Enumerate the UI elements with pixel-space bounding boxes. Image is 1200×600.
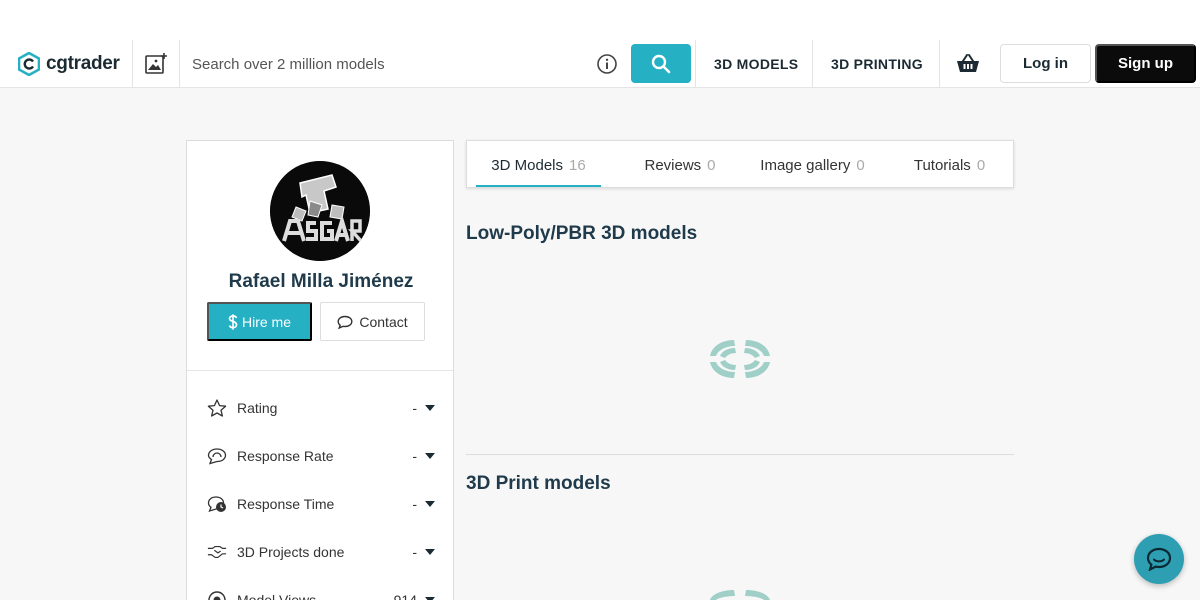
logo-text: cgtrader [46,53,120,74]
nav-3d-printing[interactable]: 3D PRINTING [831,40,923,88]
card-divider [187,370,453,371]
stat-label: Model Views [237,592,317,600]
search-button[interactable] [631,44,691,83]
stat-value: - [412,544,417,560]
caret-down-icon [425,549,435,555]
stat-label: Rating [237,400,278,416]
eye-icon [207,590,227,600]
dollar-icon [228,313,238,330]
hire-me-label: Hire me [241,313,291,330]
tab-label: Image gallery [760,157,851,174]
search-input[interactable] [180,44,580,84]
signup-button[interactable]: Sign up [1095,44,1196,83]
section-title-low-poly: Low-Poly/PBR 3D models [466,223,698,244]
profile-name: Rafael Milla Jiménez [228,271,414,292]
stat-response-rate[interactable]: Response Rate - [207,444,435,468]
header-divider [812,40,813,88]
tab-reviews[interactable]: Reviews 0 [625,141,735,187]
info-icon [597,54,617,74]
search-icon [651,54,671,73]
avatar-logo-image [270,161,370,261]
chat-bubble-icon [207,446,227,466]
stat-value: 914 [393,592,417,600]
tab-count: 0 [707,157,716,174]
profile-tabs: 3D Models 16 Reviews 0 Image gallery 0 Tuto… [466,140,1014,188]
tab-3d-models[interactable]: 3D Models 16 [476,141,601,187]
header-divider [695,40,696,88]
loading-spinner-icon [710,340,770,378]
stat-label: 3D Projects done [237,544,345,560]
login-button[interactable]: Log in [1000,44,1091,83]
handshake-icon [207,542,227,562]
stat-3d-projects[interactable]: 3D Projects done - [207,540,435,564]
cart-button[interactable] [956,54,980,79]
stat-value: - [412,496,417,512]
chat-widget-button[interactable] [1134,534,1184,584]
loading-spinner-icon [710,590,770,600]
stat-label: Response Rate [237,448,334,464]
caret-down-icon [425,453,435,459]
message-icon [337,315,353,329]
caret-down-icon [425,405,435,411]
profile-card: Rafael Milla Jiménez Hire me Contact Rat… [186,140,454,600]
top-spacer [0,0,1200,40]
hire-me-button[interactable]: Hire me [207,302,312,341]
tab-count: 16 [569,157,586,174]
contact-label: Contact [359,313,408,330]
avatar[interactable] [270,161,370,261]
site-header: cgtrader 3D MODELS 3D PRINTING [0,40,1200,88]
tab-count: 0 [856,157,865,174]
contact-button[interactable]: Contact [320,302,425,341]
tab-image-gallery[interactable]: Image gallery 0 [750,141,875,187]
tab-label: Tutorials [913,157,971,174]
stat-label: Response Time [237,496,335,512]
section-title-3d-print: 3D Print models [466,473,611,494]
nav-3d-models[interactable]: 3D MODELS [714,40,798,88]
stat-value: - [412,448,417,464]
clock-bubble-icon [207,494,227,514]
tab-tutorials[interactable]: Tutorials 0 [902,141,997,187]
stat-rating[interactable]: Rating - [207,396,435,420]
basket-icon [957,54,979,72]
star-icon [207,398,227,418]
header-divider [939,40,940,88]
image-search-icon [145,53,167,74]
image-search-button[interactable] [144,52,168,81]
tab-label: 3D Models [491,157,563,174]
stat-model-views[interactable]: Model Views 914 [207,588,435,600]
tab-count: 0 [976,157,986,174]
search-info-button[interactable] [596,53,618,80]
tab-label: Reviews [644,157,702,174]
cgtrader-logo-icon [18,52,40,76]
section-divider [466,454,1014,455]
stat-response-time[interactable]: Response Time - [207,492,435,516]
caret-down-icon [425,501,435,507]
logo[interactable]: cgtrader [18,52,120,76]
stat-value: - [412,400,417,416]
chat-icon [1146,547,1172,571]
header-divider [132,40,133,88]
